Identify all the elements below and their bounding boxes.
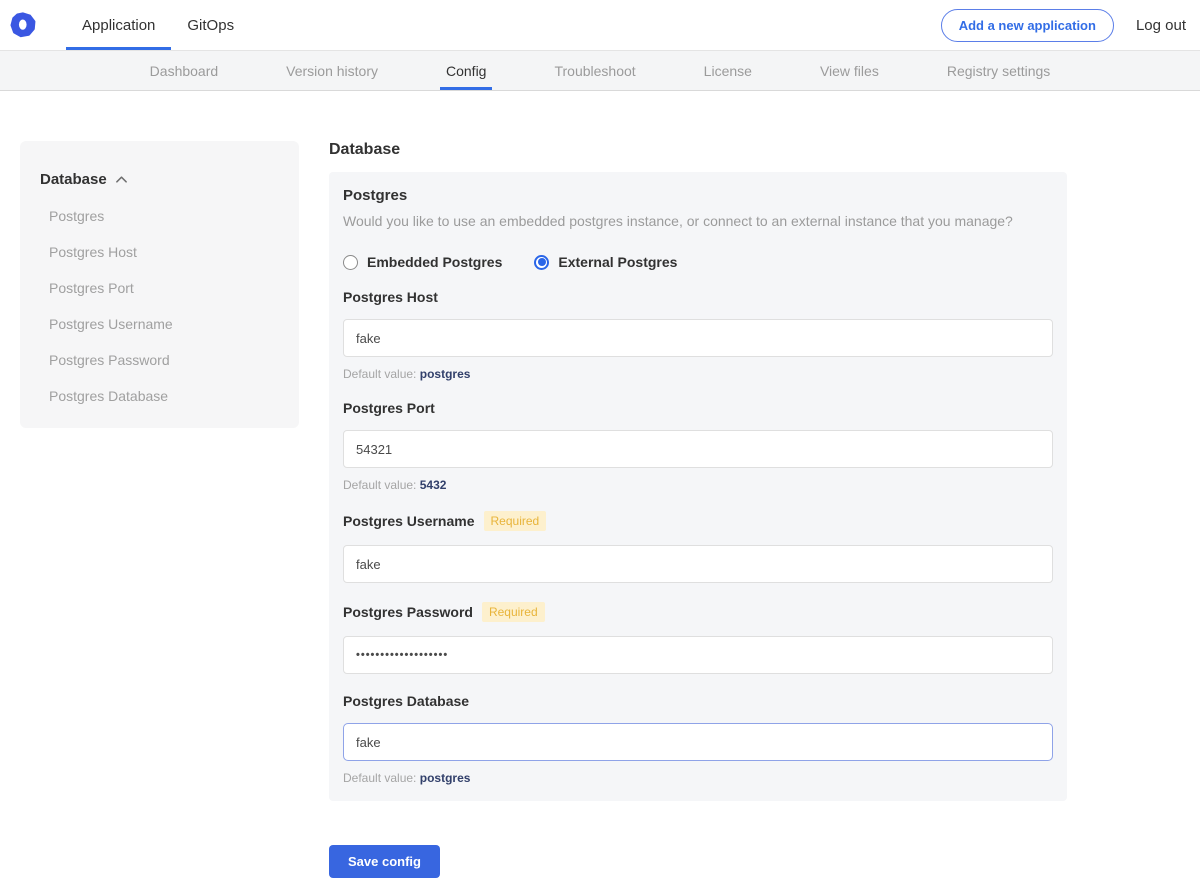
field-default-help: Default value: 5432: [343, 478, 1053, 492]
sidebar-item-postgres-host[interactable]: Postgres Host: [49, 244, 279, 260]
postgres-username-input[interactable]: [343, 545, 1053, 583]
sidebar-group-label: Database: [40, 171, 107, 188]
postgres-password-input[interactable]: [343, 636, 1053, 674]
header-right: Add a new application Log out: [941, 0, 1200, 50]
field-label: Postgres Port: [343, 400, 435, 416]
sidebar-item-postgres-username[interactable]: Postgres Username: [49, 316, 279, 332]
default-label: Default value:: [343, 367, 416, 381]
postgres-type-radio-group: Embedded Postgres External Postgres: [343, 254, 1053, 270]
field-postgres-username: Postgres Username Required: [343, 511, 1053, 583]
field-label: Postgres Password: [343, 604, 473, 620]
config-group-panel: Postgres Would you like to use an embedd…: [329, 172, 1067, 801]
default-label: Default value:: [343, 478, 416, 492]
default-value: postgres: [420, 367, 471, 381]
sidebar-items: Postgres Postgres Host Postgres Port Pos…: [40, 208, 279, 404]
field-postgres-password: Postgres Password Required: [343, 602, 1053, 674]
page-title: Database: [329, 141, 1067, 159]
default-value: 5432: [420, 478, 447, 492]
radio-external-postgres[interactable]: External Postgres: [534, 254, 677, 270]
sidebar-group-database[interactable]: Database: [40, 171, 279, 188]
required-badge: Required: [484, 511, 547, 531]
radio-external-label: External Postgres: [558, 254, 677, 270]
logout-link[interactable]: Log out: [1136, 17, 1186, 34]
subnav-item-troubleshoot[interactable]: Troubleshoot: [548, 51, 641, 90]
postgres-port-input[interactable]: [343, 430, 1053, 468]
field-default-help: Default value: postgres: [343, 771, 1053, 785]
tab-application[interactable]: Application: [66, 0, 171, 50]
top-tabs: Application GitOps: [66, 0, 250, 50]
field-postgres-database: Postgres Database Default value: postgre…: [343, 693, 1053, 785]
default-label: Default value:: [343, 771, 416, 785]
app-subnav: Dashboard Version history Config Trouble…: [0, 50, 1200, 91]
postgres-host-input[interactable]: [343, 319, 1053, 357]
top-header: Application GitOps Add a new application…: [0, 0, 1200, 50]
subnav-item-view-files[interactable]: View files: [814, 51, 885, 90]
field-postgres-host: Postgres Host Default value: postgres: [343, 289, 1053, 381]
sidebar-item-postgres-database[interactable]: Postgres Database: [49, 388, 279, 404]
subnav-item-version-history[interactable]: Version history: [280, 51, 384, 90]
tab-gitops[interactable]: GitOps: [171, 0, 250, 50]
radio-unchecked-icon[interactable]: [343, 255, 358, 270]
save-config-button[interactable]: Save config: [329, 845, 440, 878]
required-badge: Required: [482, 602, 545, 622]
field-label: Postgres Username: [343, 513, 475, 529]
kots-logo-icon: [10, 12, 36, 38]
sidebar-item-postgres[interactable]: Postgres: [49, 208, 279, 224]
subnav-item-registry-settings[interactable]: Registry settings: [941, 51, 1056, 90]
field-postgres-port: Postgres Port Default value: 5432: [343, 400, 1053, 492]
radio-checked-icon[interactable]: [534, 255, 549, 270]
sidebar-item-postgres-password[interactable]: Postgres Password: [49, 352, 279, 368]
subnav-item-dashboard[interactable]: Dashboard: [144, 51, 225, 90]
field-label: Postgres Database: [343, 693, 469, 709]
subnav-item-license[interactable]: License: [698, 51, 758, 90]
field-label: Postgres Host: [343, 289, 438, 305]
group-description: Would you like to use an embedded postgr…: [343, 213, 1053, 229]
tab-application-label: Application: [82, 17, 155, 34]
chevron-up-icon: [115, 173, 128, 186]
field-default-help: Default value: postgres: [343, 367, 1053, 381]
config-sidebar: Database Postgres Postgres Host Postgres…: [20, 141, 299, 428]
app-logo[interactable]: [10, 0, 36, 50]
sidebar-item-postgres-port[interactable]: Postgres Port: [49, 280, 279, 296]
radio-embedded-label: Embedded Postgres: [367, 254, 502, 270]
add-application-button[interactable]: Add a new application: [941, 9, 1114, 42]
default-value: postgres: [420, 771, 471, 785]
postgres-database-input[interactable]: [343, 723, 1053, 761]
subnav-item-config[interactable]: Config: [440, 51, 492, 90]
config-page: Database Postgres Postgres Host Postgres…: [0, 91, 1200, 878]
tab-gitops-label: GitOps: [187, 17, 234, 34]
radio-embedded-postgres[interactable]: Embedded Postgres: [343, 254, 502, 270]
group-heading: Postgres: [343, 187, 1053, 204]
config-main: Database Postgres Would you like to use …: [329, 141, 1067, 878]
